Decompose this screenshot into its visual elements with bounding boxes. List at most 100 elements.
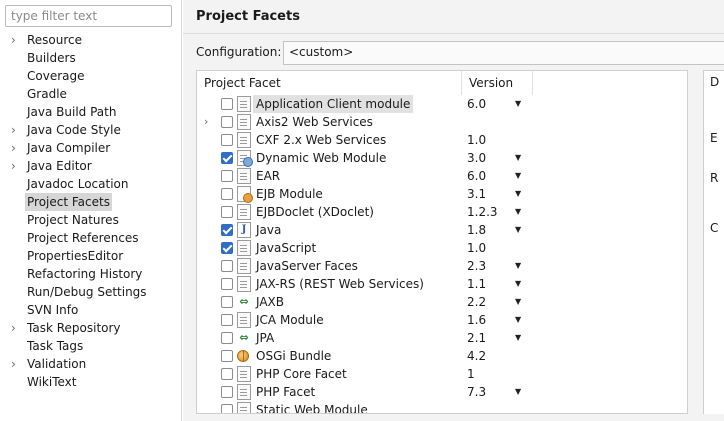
facet-checkbox[interactable] xyxy=(221,98,233,110)
version-dropdown-icon[interactable]: ▼ xyxy=(515,95,521,113)
facet-version[interactable]: 3.0 xyxy=(467,149,486,167)
facet-version[interactable]: 6.0 xyxy=(467,167,486,185)
table-row[interactable]: JCA Module 1.6 ▼ xyxy=(197,311,687,329)
nav-item-task-repository[interactable]: › Task Repository xyxy=(0,319,182,337)
table-row[interactable]: EAR 6.0 ▼ xyxy=(197,167,687,185)
nav-item-resource[interactable]: › Resource xyxy=(0,31,182,49)
table-row[interactable]: J Java 1.8 ▼ xyxy=(197,221,687,239)
nav-item-java-build-path[interactable]: Java Build Path xyxy=(0,103,182,121)
chevron-right-icon[interactable]: › xyxy=(11,31,21,49)
table-row[interactable]: JavaScript 1.0 xyxy=(197,239,687,257)
nav-item-task-tags[interactable]: Task Tags xyxy=(0,337,182,355)
table-row[interactable]: EJB Module 3.1 ▼ xyxy=(197,185,687,203)
facet-checkbox[interactable] xyxy=(221,314,233,326)
column-divider[interactable] xyxy=(461,71,462,95)
table-row[interactable]: JavaServer Faces 2.3 ▼ xyxy=(197,257,687,275)
nav-item-project-natures[interactable]: Project Natures xyxy=(0,211,182,229)
nav-item-project-facets[interactable]: Project Facets xyxy=(0,193,182,211)
version-dropdown-icon[interactable]: ▼ xyxy=(515,167,521,185)
facet-version[interactable]: 2.3 xyxy=(467,257,486,275)
version-dropdown-icon[interactable]: ▼ xyxy=(515,257,521,275)
facet-checkbox[interactable] xyxy=(221,224,233,236)
facet-checkbox[interactable] xyxy=(221,134,233,146)
version-dropdown-icon[interactable]: ▼ xyxy=(515,275,521,293)
column-header-project-facet[interactable]: Project Facet xyxy=(204,76,281,90)
column-divider[interactable] xyxy=(532,71,533,95)
table-row[interactable]: CXF 2.x Web Services 1.0 xyxy=(197,131,687,149)
facet-version[interactable]: 2.1 xyxy=(467,329,486,347)
facet-checkbox[interactable] xyxy=(221,278,233,290)
version-dropdown-icon[interactable]: ▼ xyxy=(515,149,521,167)
nav-item-builders[interactable]: Builders xyxy=(0,49,182,67)
facet-version[interactable]: 1.1 xyxy=(467,275,486,293)
facet-checkbox[interactable] xyxy=(221,386,233,398)
facet-checkbox[interactable] xyxy=(221,332,233,344)
table-row[interactable]: PHP Core Facet 1 xyxy=(197,365,687,383)
nav-item-coverage[interactable]: Coverage xyxy=(0,67,182,85)
nav-item-java-compiler[interactable]: › Java Compiler xyxy=(0,139,182,157)
version-dropdown-icon[interactable]: ▼ xyxy=(515,221,521,239)
facet-version[interactable]: 3.1 xyxy=(467,185,486,203)
facet-name: JPA xyxy=(256,331,275,345)
facet-checkbox[interactable] xyxy=(221,368,233,380)
nav-item-java-editor[interactable]: › Java Editor xyxy=(0,157,182,175)
chevron-right-icon[interactable]: › xyxy=(204,113,214,131)
version-dropdown-icon[interactable]: ▼ xyxy=(515,293,521,311)
version-dropdown-icon[interactable]: ▼ xyxy=(515,329,521,347)
facet-checkbox[interactable] xyxy=(221,116,233,128)
facet-checkbox[interactable] xyxy=(221,404,233,413)
facet-checkbox[interactable] xyxy=(221,206,233,218)
facet-checkbox[interactable] xyxy=(221,188,233,200)
table-row[interactable]: OSGi Bundle 4.2 xyxy=(197,347,687,365)
configuration-select[interactable]: <custom> xyxy=(283,41,724,65)
facet-checkbox[interactable] xyxy=(221,242,233,254)
nav-item-java-code-style[interactable]: › Java Code Style xyxy=(0,121,182,139)
table-row[interactable]: EJBDoclet (XDoclet) 1.2.3 ▼ xyxy=(197,203,687,221)
version-dropdown-icon[interactable]: ▼ xyxy=(515,311,521,329)
facet-version[interactable]: 7.3 xyxy=(467,383,486,401)
facet-version[interactable]: 6.0 xyxy=(467,95,486,113)
nav-item-propertieseditor[interactable]: PropertiesEditor xyxy=(0,247,182,265)
nav-item-project-references[interactable]: Project References xyxy=(0,229,182,247)
details-tab-label[interactable]: D xyxy=(710,75,719,89)
facet-checkbox[interactable] xyxy=(221,152,233,164)
nav-item-validation[interactable]: › Validation xyxy=(0,355,182,373)
chevron-right-icon[interactable]: › xyxy=(11,319,21,337)
facet-checkbox[interactable] xyxy=(221,260,233,272)
version-dropdown-icon[interactable]: ▼ xyxy=(515,203,521,221)
nav-item-svn-info[interactable]: SVN Info xyxy=(0,301,182,319)
table-row[interactable]: ⇔ JAXB 2.2 ▼ xyxy=(197,293,687,311)
facet-checkbox[interactable] xyxy=(221,296,233,308)
filter-input[interactable] xyxy=(5,5,172,27)
nav-item-javadoc-location[interactable]: Javadoc Location xyxy=(0,175,182,193)
nav-item-gradle[interactable]: Gradle xyxy=(0,85,182,103)
table-row[interactable]: Static Web Module xyxy=(197,401,687,413)
table-row[interactable]: PHP Facet 7.3 ▼ xyxy=(197,383,687,401)
nav-item-refactoring-history[interactable]: Refactoring History xyxy=(0,265,182,283)
chevron-right-icon[interactable]: › xyxy=(11,121,21,139)
facet-version[interactable]: 1.6 xyxy=(467,311,486,329)
table-header: Project Facet Version xyxy=(197,71,687,95)
facet-checkbox[interactable] xyxy=(221,170,233,182)
nav-item-label: Project References xyxy=(27,231,139,245)
table-row[interactable]: JAX-RS (REST Web Services) 1.1 ▼ xyxy=(197,275,687,293)
version-dropdown-icon[interactable]: ▼ xyxy=(515,185,521,203)
facet-version[interactable]: 1.2.3 xyxy=(467,203,498,221)
chevron-right-icon[interactable]: › xyxy=(11,139,21,157)
facet-version[interactable]: 2.2 xyxy=(467,293,486,311)
table-row[interactable]: Dynamic Web Module 3.0 ▼ xyxy=(197,149,687,167)
chevron-right-icon[interactable]: › xyxy=(11,157,21,175)
document-icon xyxy=(237,402,251,413)
table-row[interactable]: › Axis2 Web Services xyxy=(197,113,687,131)
table-row[interactable]: Application Client module 6.0 ▼ xyxy=(197,95,687,113)
nav-item-run-debug-settings[interactable]: Run/Debug Settings xyxy=(0,283,182,301)
column-header-version[interactable]: Version xyxy=(469,76,513,90)
facet-version[interactable]: 1.8 xyxy=(467,221,486,239)
version-dropdown-icon[interactable]: ▼ xyxy=(515,383,521,401)
table-row[interactable]: ⇔ JPA 2.1 ▼ xyxy=(197,329,687,347)
chevron-right-icon[interactable]: › xyxy=(11,355,21,373)
facet-name: Application Client module xyxy=(253,95,414,113)
facet-checkbox[interactable] xyxy=(221,350,233,362)
document-icon xyxy=(237,312,251,328)
nav-item-wikitext[interactable]: WikiText xyxy=(0,373,182,391)
